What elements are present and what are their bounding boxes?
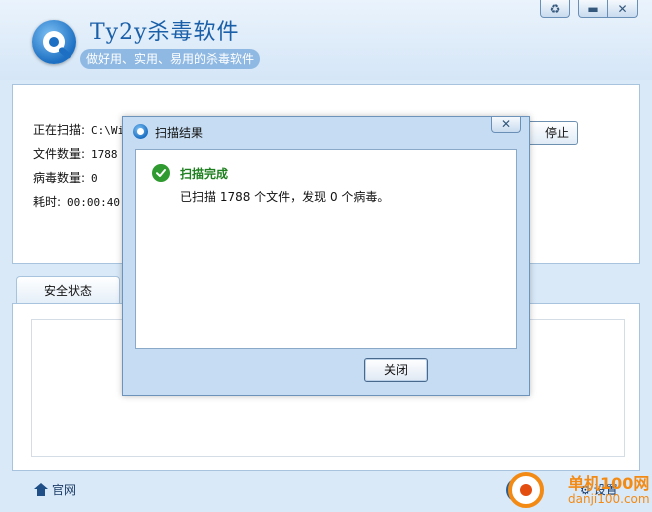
window-button-group: ▬ ✕	[578, 0, 638, 18]
current-file-value: C:\Wi	[91, 124, 125, 137]
watermark-text-1: 单机100网	[568, 474, 650, 493]
close-button[interactable]: ✕	[608, 0, 638, 18]
dialog-ok-close-button[interactable]: 关闭	[364, 358, 428, 382]
dialog-title: 扫描结果	[155, 126, 204, 140]
recycle-icon: ♻	[549, 1, 561, 16]
dialog-close-button[interactable]: ✕	[491, 117, 521, 133]
elapsed-time-row: 耗时: 00:00:40	[33, 193, 120, 210]
current-file-row: 正在扫描: C:\Wi	[33, 121, 124, 138]
virus-count-label: 病毒数量:	[33, 171, 86, 185]
file-count-row: 文件数量: 1788	[33, 145, 118, 162]
website-label: 官网	[52, 483, 77, 497]
scan-complete-title: 扫描完成	[180, 167, 229, 181]
minimize-button[interactable]: ▬	[578, 0, 608, 18]
tab-security-status[interactable]: 安全状态	[16, 276, 120, 304]
app-title: Ty2y杀毒软件	[90, 20, 240, 45]
window-controls: ♻ ▬ ✕	[540, 0, 638, 18]
file-count-label: 文件数量:	[33, 147, 86, 161]
watermark-logo-icon	[508, 472, 544, 508]
current-file-label: 正在扫描:	[33, 123, 86, 137]
virus-count-value: 0	[91, 172, 98, 185]
close-icon: ✕	[617, 1, 628, 16]
home-icon	[34, 483, 48, 496]
app-header: Ty2y杀毒软件 做好用、实用、易用的杀毒软件 ♻ ▬ ✕	[0, 0, 652, 80]
watermark: 单机100网 danji100.com	[508, 470, 652, 512]
skin-button[interactable]: ♻	[540, 0, 570, 18]
website-link[interactable]: 官网	[34, 481, 76, 498]
elapsed-time-label: 耗时:	[33, 195, 62, 209]
check-icon	[152, 164, 170, 182]
scan-summary-message: 已扫描 1788 个文件，发现 0 个病毒。	[180, 190, 390, 204]
virus-count-row: 病毒数量: 0	[33, 169, 98, 186]
dialog-content: 扫描完成 已扫描 1788 个文件，发现 0 个病毒。	[135, 149, 517, 349]
app-slogan: 做好用、实用、易用的杀毒软件	[80, 49, 260, 69]
dialog-titlebar[interactable]: 扫描结果 ✕	[123, 117, 529, 145]
watermark-text-2: danji100.com	[568, 492, 650, 506]
file-count-value: 1788	[91, 148, 118, 161]
close-icon: ✕	[500, 117, 512, 131]
dialog-app-icon	[133, 124, 148, 139]
elapsed-time-value: 00:00:40	[67, 196, 121, 209]
scan-result-dialog: 扫描结果 ✕ 扫描完成 已扫描 1788 个文件，发现 0 个病毒。 关闭	[122, 116, 530, 396]
minimize-icon: ▬	[587, 1, 599, 16]
